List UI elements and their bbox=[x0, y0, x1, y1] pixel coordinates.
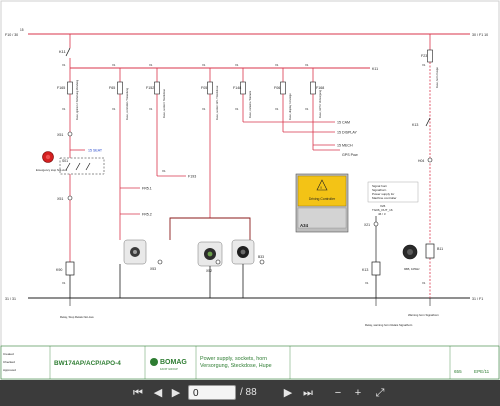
signal-f193: F193 bbox=[188, 175, 196, 179]
warning-horn-label: Warning horn Signalhorn bbox=[408, 313, 439, 317]
svg-text:X1: X1 bbox=[365, 281, 369, 285]
svg-text:X1: X1 bbox=[275, 107, 279, 111]
k11-bus-label: K11 bbox=[372, 67, 378, 71]
svg-text:X1: X1 bbox=[305, 63, 309, 67]
tb-approved: Approved bbox=[3, 368, 16, 372]
signal-cam: 15 CAM bbox=[337, 121, 350, 125]
svg-text:X1: X1 bbox=[62, 281, 66, 285]
svg-text:X1: X1 bbox=[149, 107, 153, 111]
svg-text:Fuse, horn / Hupe: Fuse, horn / Hupe bbox=[435, 67, 439, 88]
signal-fr52: FR5.2 bbox=[142, 213, 152, 217]
signal-seat: 15 SEAT bbox=[88, 149, 103, 153]
svg-text:X1: X1 bbox=[235, 63, 239, 67]
controller-a34: ! Driving Controller A34 bbox=[295, 173, 349, 233]
rail-label-bottom-right: 31 / F1 bbox=[472, 297, 483, 301]
svg-text:X1: X1 bbox=[202, 107, 206, 111]
tb-sheet-no: 655 bbox=[454, 369, 462, 374]
svg-text:X1: X1 bbox=[275, 63, 279, 67]
f23-label: F23 bbox=[421, 54, 427, 58]
svg-text:X1: X1 bbox=[62, 63, 66, 67]
x53-label: X53 bbox=[150, 267, 156, 271]
prev-page-icon[interactable]: ◀ bbox=[150, 385, 166, 401]
tb-brand: BOMAG bbox=[160, 359, 187, 366]
rail-signal-top-left: 15 bbox=[20, 28, 24, 32]
k11-label: K11 bbox=[59, 49, 67, 54]
relay-horn-label: Relay, warning horn Relais Signalhorn bbox=[365, 323, 413, 327]
page-number-input[interactable]: 0 bbox=[188, 385, 236, 400]
signal-fr51: FR5.1 bbox=[142, 187, 152, 191]
svg-text:Fuse, socket 12V / Steckdose: Fuse, socket 12V / Steckdose bbox=[215, 85, 219, 120]
f168-label: F168 bbox=[316, 86, 324, 90]
x52-label: X52 bbox=[206, 269, 212, 273]
emergency-stop-label: Emergency stop Not-Aus bbox=[36, 168, 68, 172]
svg-text:X1: X1 bbox=[422, 281, 426, 285]
b33-label: B33 bbox=[258, 255, 264, 259]
horn-spec: 96B, 105Hz bbox=[404, 267, 420, 271]
a34-caption: Driving Controller bbox=[309, 197, 336, 201]
svg-text:X1: X1 bbox=[149, 63, 153, 67]
svg-text:X1: X1 bbox=[202, 63, 206, 67]
k90-label: K90 bbox=[56, 268, 62, 272]
svg-text:Machine controller: Machine controller bbox=[372, 196, 397, 200]
f06-label: F06 bbox=[274, 86, 280, 90]
svg-text:Fuse, controller / Steuerung: Fuse, controller / Steuerung bbox=[125, 87, 129, 120]
tb-checked: Checked bbox=[3, 360, 15, 364]
f165-label: F165 bbox=[57, 86, 65, 90]
tb-drawing-no: EPE/11 bbox=[474, 369, 490, 374]
svg-text:!: ! bbox=[320, 185, 321, 190]
svg-text:X1: X1 bbox=[62, 107, 66, 111]
f152-label: F152 bbox=[146, 86, 154, 90]
svg-text:Fuse, ignition / Sicherung Zün: Fuse, ignition / Sicherung Zündung bbox=[75, 79, 79, 120]
svg-text:X1: X1 bbox=[422, 63, 426, 67]
f148-label: F148 bbox=[233, 86, 241, 90]
tb-brand-sub: FAYAT GROUP bbox=[160, 367, 178, 371]
next-page-icon[interactable]: ▶ bbox=[280, 385, 296, 401]
x21-label: X21 bbox=[364, 223, 370, 227]
f05-label: F05 bbox=[201, 86, 207, 90]
tb-created: Created bbox=[3, 352, 14, 356]
h04-label: H04 bbox=[418, 159, 424, 163]
x51-label: X51 bbox=[57, 133, 63, 137]
f65-label: F65 bbox=[109, 86, 115, 90]
svg-text:46 / 3: 46 / 3 bbox=[378, 212, 386, 216]
page-total: / 88 bbox=[240, 387, 257, 398]
tb-title-de: Versorgung, Steckdose, Hupe bbox=[200, 363, 272, 369]
pdf-viewer-toolbar: ⏮ ◀ ▶ 0 / 88 ▶ ⏭ − + ⤢ bbox=[0, 380, 500, 406]
svg-text:Fuse, camera / Kamera: Fuse, camera / Kamera bbox=[248, 90, 252, 118]
signal-gps: GPS Pow bbox=[342, 153, 358, 157]
first-page-icon[interactable]: ⏮ bbox=[130, 385, 146, 401]
svg-text:Fuse, GPS / Versorgung: Fuse, GPS / Versorgung bbox=[318, 89, 322, 118]
rail-label-top-left: F10 / 30 bbox=[5, 33, 18, 37]
svg-text:X1: X1 bbox=[112, 63, 116, 67]
svg-text:X1: X1 bbox=[235, 107, 239, 111]
zoom-out-icon[interactable]: − bbox=[330, 385, 346, 401]
b11-label: B11 bbox=[437, 247, 443, 251]
tb-title-en: Power supply, sockets, horn bbox=[200, 356, 267, 362]
svg-text:Fuse, socket / Steckdose: Fuse, socket / Steckdose bbox=[162, 88, 166, 118]
x1-f193: X1 bbox=[162, 169, 166, 173]
title-block: Created Checked Approved BW174AP/ACP/APO… bbox=[0, 345, 500, 380]
circuit-diagram: F10 / 30 15 30 / F1 10 31 / 31 31 / F1 K… bbox=[0, 0, 500, 380]
fit-page-icon[interactable]: ⤢ bbox=[372, 385, 388, 401]
svg-text:Fuse, display / Anzeige: Fuse, display / Anzeige bbox=[288, 93, 292, 120]
k13-label: K13 bbox=[412, 123, 418, 127]
svg-text:X1: X1 bbox=[112, 107, 116, 111]
tb-model: BW174AP/ACP/APO-4 bbox=[54, 360, 121, 367]
last-page-icon[interactable]: ⏭ bbox=[300, 385, 316, 401]
play-icon[interactable]: ▶ bbox=[168, 385, 184, 401]
s01-label: S01 bbox=[62, 159, 68, 163]
a34-label: A34 bbox=[300, 223, 309, 228]
x51b-label: X51 bbox=[57, 197, 63, 201]
relay-stop-label: Relay, Stop Relais Not-Aus bbox=[60, 315, 94, 319]
rail-label-top-right: 30 / F1 10 bbox=[472, 33, 488, 37]
signal-display: 15 DISPLAY bbox=[337, 131, 358, 135]
svg-text:X1: X1 bbox=[305, 107, 309, 111]
k13b-label: K13 bbox=[362, 268, 368, 272]
rail-label-bottom-left: 31 / 31 bbox=[5, 297, 16, 301]
signal-mech: 15 MECH bbox=[337, 144, 353, 148]
zoom-in-icon[interactable]: + bbox=[350, 385, 366, 401]
